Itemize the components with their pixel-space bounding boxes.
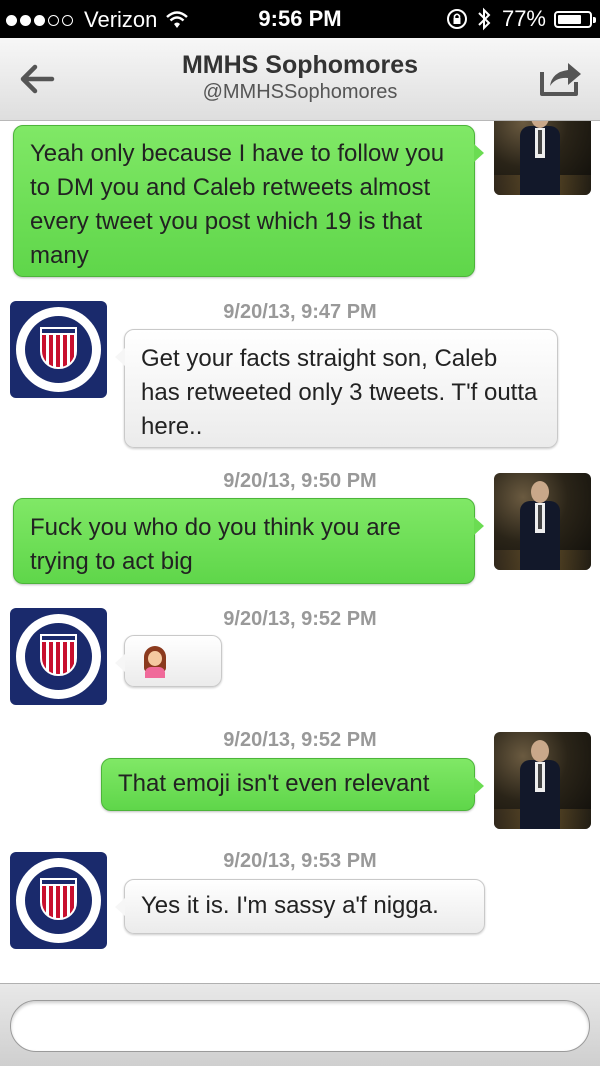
share-icon[interactable] [538, 56, 584, 98]
received-message-bubble[interactable]: Get your facts straight son, Caleb has r… [115, 329, 558, 448]
conversation-header: MMHS Sophomores @MMHSSophomores [0, 38, 600, 121]
message-text: That emoji isn't even relevant [118, 770, 430, 797]
message-text: Get your facts straight son, Caleb has r… [141, 345, 538, 440]
conversation-title: MMHS Sophomores [181, 51, 419, 79]
received-message-bubble[interactable] [115, 635, 222, 687]
battery-icon [554, 10, 596, 28]
message-text: Yeah only because I have to follow you t… [30, 140, 445, 269]
rotation-lock-icon [446, 9, 467, 29]
sent-message-bubble[interactable]: That emoji isn't even relevant [101, 758, 484, 811]
woman-tipping-hand-emoji-icon [141, 645, 169, 678]
sent-message-bubble[interactable]: Fuck you who do you think you are trying… [13, 498, 484, 584]
received-message-bubble[interactable]: Yes it is. I'm sassy a'f nigga. [115, 879, 485, 934]
school-avatar[interactable] [10, 608, 107, 705]
user-avatar[interactable] [494, 732, 591, 829]
battery-percent: 77% [501, 6, 546, 31]
sent-message-bubble[interactable]: Yeah only because I have to follow you t… [13, 125, 484, 277]
message-input[interactable] [10, 1000, 590, 1052]
message-text: Fuck you who do you think you are trying… [30, 514, 401, 575]
school-avatar[interactable] [10, 852, 107, 949]
message-thread[interactable]: Yeah only because I have to follow you t… [0, 121, 600, 983]
message-text: Yes it is. I'm sassy a'f nigga. [141, 892, 439, 919]
status-right: 77% [446, 6, 596, 32]
school-avatar[interactable] [10, 301, 107, 398]
user-avatar[interactable] [494, 121, 591, 195]
user-avatar[interactable] [494, 473, 591, 570]
status-bar: Verizon 9:56 PM 77% [0, 0, 600, 38]
conversation-handle: @MMHSSophomores [202, 81, 398, 103]
compose-bar [0, 983, 600, 1066]
bluetooth-icon [478, 7, 491, 31]
